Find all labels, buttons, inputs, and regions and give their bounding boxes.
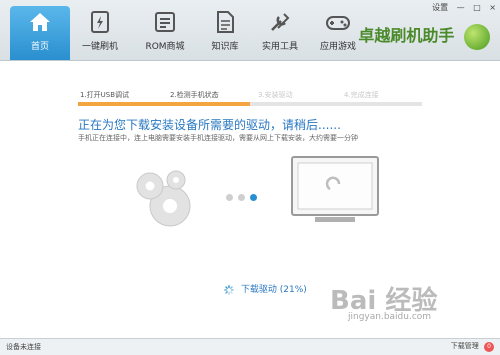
nav-tools[interactable]: 实用工具: [250, 6, 310, 56]
step-3-label: 3.安装驱动: [258, 91, 293, 99]
step-progress-track: [78, 102, 422, 106]
nav-tools-label: 实用工具: [261, 42, 298, 52]
nav-store-label: ROM商城: [145, 42, 185, 52]
status-headline: 正在为您下载安装设备所需要的驱动，请稍后......: [78, 118, 341, 132]
settings-button[interactable]: 设置: [432, 3, 448, 12]
download-status-label: 下载驱动: [240, 285, 277, 295]
step-1-label: 1.打开USB调试: [80, 91, 130, 99]
top-navigation-bar: 首页 一键刷机 ROM商城 知识库 实用工具 应用游戏 设置 — □ × 卓越刷…: [0, 0, 500, 61]
monitor-icon: [291, 156, 379, 222]
loading-dots: [226, 186, 262, 205]
device-status: 设备未连接: [6, 342, 41, 352]
status-bar: 设备未连接 下载管理 0: [0, 338, 500, 355]
nav-knowledge-label: 知识库: [211, 42, 239, 52]
device-status-label: 设备未连接: [6, 343, 41, 351]
maximize-button[interactable]: □: [473, 3, 481, 12]
nav-flash-label: 一键刷机: [81, 42, 118, 52]
status-subtext: 手机正在连接中，连上电脑需要安装手机连接驱动，需要从网上下载安装，大约需要一分钟: [78, 134, 358, 142]
home-icon: [30, 13, 50, 31]
loading-dot: [250, 194, 257, 201]
brand-logo-icon: [464, 23, 490, 50]
document-icon: [217, 11, 234, 33]
step-2-label: 2.检测手机状态: [170, 91, 219, 99]
nav-flash[interactable]: 一键刷机: [70, 6, 130, 56]
tools-icon: [271, 13, 290, 31]
brand-text: 卓越刷机助手: [358, 26, 455, 45]
step-4-label: 4.完成连接: [344, 91, 379, 99]
games-icon: [326, 16, 350, 30]
gears-icon: [136, 170, 191, 227]
store-icon: [155, 12, 175, 32]
nav-store[interactable]: ROM商城: [135, 6, 195, 56]
brand-logo: 卓越刷机助手: [358, 22, 490, 50]
minimize-button[interactable]: —: [457, 3, 465, 12]
download-count-badge: 0: [484, 342, 494, 352]
close-button[interactable]: ×: [489, 3, 496, 12]
nav-games-label: 应用游戏: [319, 42, 356, 52]
download-manager-label: 下载管理: [450, 342, 479, 350]
loading-dot: [238, 194, 245, 201]
nav-knowledge[interactable]: 知识库: [195, 6, 255, 56]
window-controls: 设置 — □ ×: [426, 2, 496, 13]
download-percent: (21%): [279, 285, 307, 295]
nav-home[interactable]: 首页: [10, 6, 70, 60]
spinner-icon: [224, 284, 234, 295]
download-status: 下载驱动 (21%): [224, 282, 307, 295]
loading-dot: [226, 194, 233, 201]
download-manager-button[interactable]: 下载管理 0: [451, 341, 494, 352]
flash-icon: [91, 11, 109, 33]
nav-home-label: 首页: [30, 42, 49, 52]
watermark-url: jingyan.baidu.com: [348, 312, 432, 322]
step-progress-fill: [78, 102, 250, 106]
